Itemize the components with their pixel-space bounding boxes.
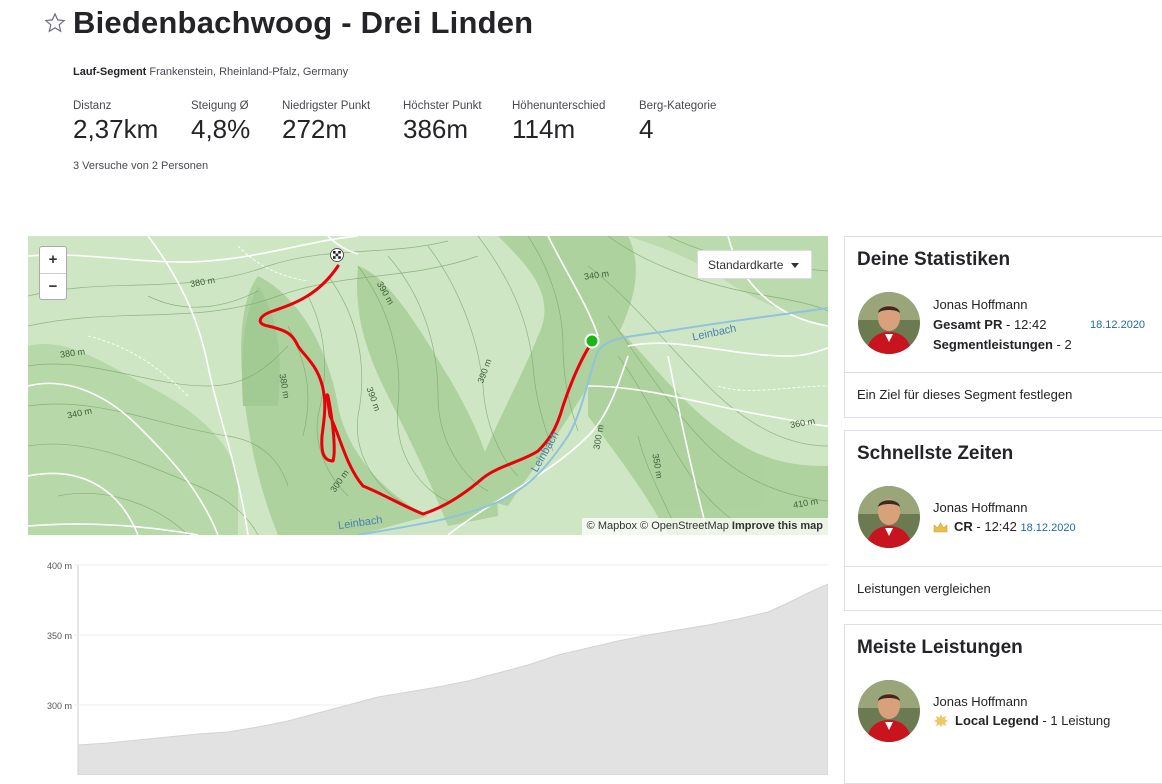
stat-label: Höhenunterschied	[512, 100, 606, 112]
athlete-name[interactable]: Jonas Hoffmann	[933, 500, 1027, 515]
stat-value: 4,8%	[191, 114, 251, 144]
elevation-tick-label: 300 m	[47, 701, 72, 711]
panel-title: Meiste Leistungen	[857, 637, 1023, 658]
stat-elevation-difference: Höhenunterschied 114m	[512, 100, 605, 145]
stat-grade: Steigung Ø 4,8%	[191, 100, 250, 145]
stat-label: Höchster Punkt	[403, 100, 482, 112]
stat-label: Distanz	[73, 100, 112, 112]
segment-efforts: Segmentleistungen - 2	[933, 337, 1072, 352]
stat-value: 114m	[512, 114, 576, 144]
finish-flag-icon	[330, 248, 344, 262]
athlete-name[interactable]: Jonas Hoffmann	[933, 694, 1027, 709]
local-legend-value: - 1 Leistung	[1042, 713, 1111, 728]
start-marker-icon	[584, 333, 600, 349]
local-legend: Local Legend - 1 Leistung	[955, 713, 1110, 728]
athlete-avatar-icon	[858, 486, 920, 548]
cr-date-link[interactable]: 18.12.2020	[1021, 522, 1076, 534]
caret-down-icon	[791, 263, 799, 268]
stat-label: Niedrigster Punkt	[282, 100, 371, 112]
fastest-times-panel: Schnellste Zeiten Jonas Hoffmann CR - 12…	[844, 430, 1162, 611]
stat-value: 272m	[282, 114, 348, 144]
stat-climb-category: Berg-Kategorie 4	[639, 100, 716, 145]
athlete-name[interactable]: Jonas Hoffmann	[933, 297, 1027, 312]
segment-subline: Lauf-Segment Frankenstein, Rheinland-Pfa…	[73, 66, 348, 78]
local-legend-icon	[934, 714, 948, 727]
panel-title: Schnellste Zeiten	[857, 443, 1014, 464]
stat-lowest: Niedrigster Punkt 272m	[282, 100, 370, 145]
most-efforts-panel: Meiste Leistungen Jonas Hoffmann Local L…	[844, 624, 1162, 784]
efforts-value: - 2	[1056, 337, 1072, 352]
osm-attribution-link[interactable]: © OpenStreetMap	[640, 520, 729, 532]
forest-areas	[28, 236, 828, 535]
crown-icon	[933, 522, 948, 533]
map-canvas[interactable]	[28, 236, 828, 535]
avatar[interactable]	[858, 680, 920, 742]
athlete-avatar-icon	[858, 292, 920, 354]
map-type-dropdown[interactable]: Standardkarte	[697, 250, 812, 279]
segment-location: Frankenstein, Rheinland-Pfalz, Germany	[149, 66, 349, 78]
pr-label: Gesamt PR	[933, 317, 1003, 332]
cr-label: CR	[954, 519, 973, 534]
elevation-tick-label: 350 m	[47, 631, 72, 641]
attempts-count: 3 Versuche von 2 Personen	[73, 160, 209, 172]
segment-type: Lauf-Segment	[73, 66, 147, 78]
local-legend-label: Local Legend	[955, 713, 1039, 728]
stat-distance: Distanz 2,37km	[73, 100, 158, 145]
pr-date-link[interactable]: 18.12.2020	[1090, 319, 1145, 331]
star-icon[interactable]	[44, 12, 66, 34]
map-attribution: © Mapbox © OpenStreetMap Improve this ma…	[581, 518, 828, 535]
pr-value: - 12:42	[1006, 317, 1047, 332]
stat-label: Berg-Kategorie	[639, 100, 717, 112]
avatar[interactable]	[858, 486, 920, 548]
zoom-in-button[interactable]: +	[40, 247, 66, 273]
panel-title: Deine Statistiken	[857, 249, 1011, 270]
efforts-label: Segmentleistungen	[933, 337, 1053, 352]
mapbox-attribution-link[interactable]: © Mapbox	[587, 520, 637, 532]
zoom-control: + −	[39, 246, 67, 300]
course-record: CR - 12:42 18.12.2020	[954, 519, 1076, 534]
personal-record: Gesamt PR - 12:42	[933, 317, 1046, 332]
your-stats-panel: Deine Statistiken Jonas Hoffmann Gesamt …	[844, 236, 1162, 418]
elevation-profile[interactable]: 400 m 350 m 300 m	[28, 555, 828, 775]
zoom-out-button[interactable]: −	[40, 273, 66, 299]
stat-value: 386m	[403, 114, 469, 144]
map-type-label: Standardkarte	[708, 258, 784, 272]
segment-map[interactable]: 380 m 380 m 340 m 390 m 380 m 390 m 390 …	[28, 236, 828, 535]
set-goal-link[interactable]: Ein Ziel für dieses Segment festlegen	[845, 372, 1162, 418]
compare-efforts-link[interactable]: Leistungen vergleichen	[845, 566, 1162, 611]
improve-map-link[interactable]: Improve this map	[732, 520, 823, 532]
elevation-tick-label: 400 m	[47, 561, 72, 571]
athlete-avatar-icon	[858, 680, 920, 742]
elevation-area	[77, 583, 828, 775]
stat-highest: Höchster Punkt 386m	[403, 100, 482, 145]
cr-value: - 12:42	[976, 519, 1017, 534]
avatar[interactable]	[858, 292, 920, 354]
page-title: Biedenbachwoog - Drei Linden	[73, 5, 534, 40]
stat-label: Steigung Ø	[191, 100, 249, 112]
stat-value: 4	[639, 114, 654, 144]
stat-value: 2,37km	[73, 114, 159, 144]
